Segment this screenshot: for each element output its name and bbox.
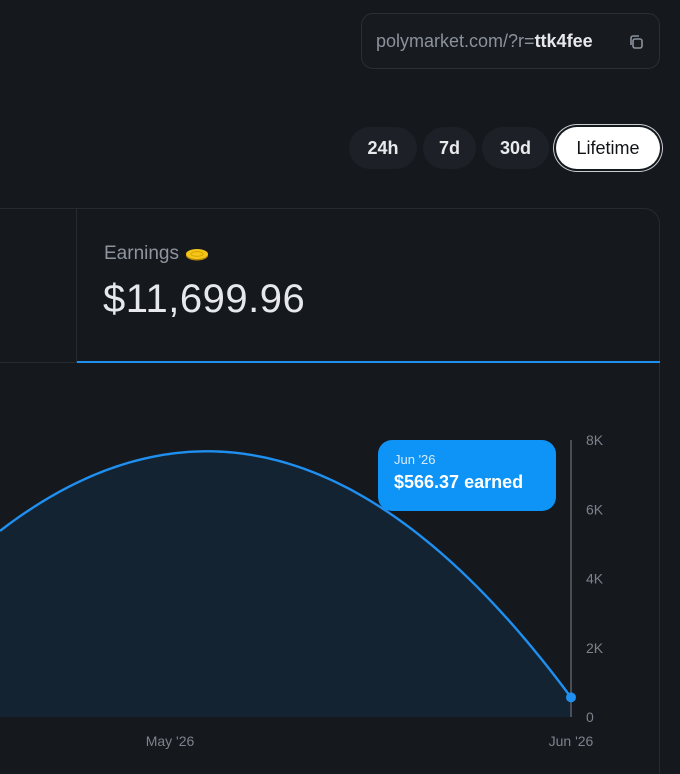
chart-x-tick-label: Jun '26 <box>549 733 594 749</box>
range-30d-button[interactable]: 30d <box>482 127 549 169</box>
chart-x-tick-label: May '26 <box>146 733 195 749</box>
tooltip-value: $566.37 earned <box>394 472 524 492</box>
chart-y-tick-label: 8K <box>586 432 604 448</box>
chart-y-tick-label: 6K <box>586 501 604 517</box>
referral-code: ttk4fee <box>534 30 593 51</box>
earnings-label: Earnings <box>104 243 209 265</box>
earnings-chart: 8K 6K 4K 2K 0 May '26 Jun '26 <box>0 432 604 749</box>
chart-data-point <box>566 692 576 703</box>
chart-tooltip: Jun '26 $566.37 earned <box>378 440 556 511</box>
chart-y-tick-label: 2K <box>586 640 604 656</box>
referral-link-prefix: polymarket.com/?r= <box>376 30 535 51</box>
card-divider <box>76 208 77 363</box>
earnings-value: $11,699.96 <box>103 277 306 321</box>
chart-y-tick-label: 0 <box>586 709 594 725</box>
range-7d-button[interactable]: 7d <box>423 127 476 169</box>
coin-icon <box>186 248 208 260</box>
range-24h-button[interactable]: 24h <box>349 127 417 169</box>
range-lifetime-button[interactable]: Lifetime <box>556 127 660 169</box>
chart-y-tick-label: 4K <box>586 571 604 587</box>
copy-icon[interactable] <box>627 33 645 51</box>
earnings-label-text: Earnings <box>104 243 179 264</box>
referral-link-box[interactable]: polymarket.com/?r= ttk4fee <box>361 13 660 69</box>
tooltip-date: Jun '26 <box>394 452 436 467</box>
